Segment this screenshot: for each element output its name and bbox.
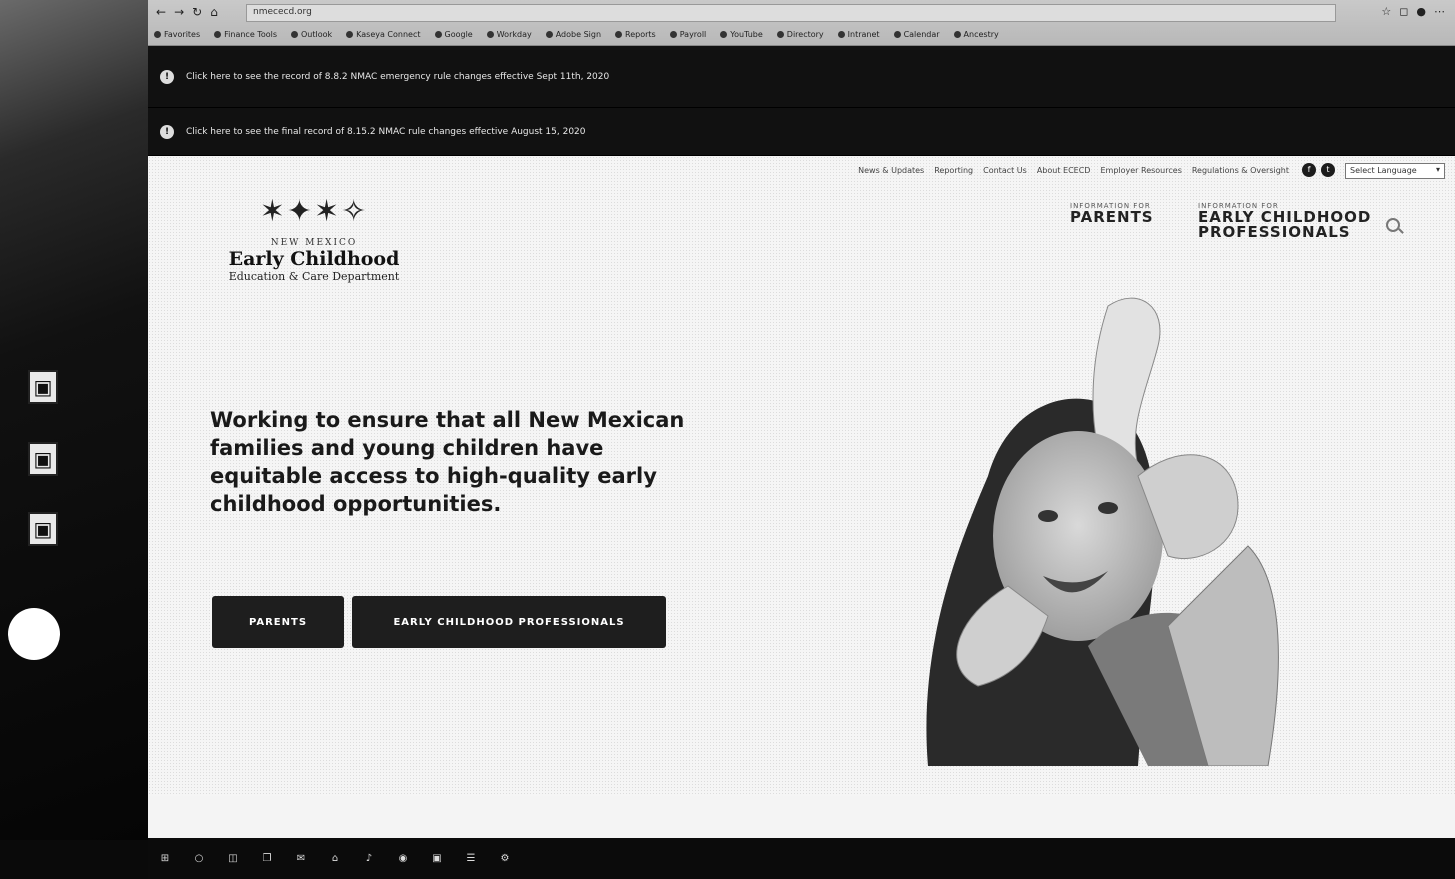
browser-icon[interactable]: ◉ (396, 852, 410, 866)
bookmark-icon (669, 30, 677, 38)
bookmark-item[interactable]: Calendar (893, 26, 940, 42)
bookmark-icon (720, 30, 728, 38)
start-icon[interactable]: ⊞ (158, 852, 172, 866)
home-icon[interactable]: ⌂ (328, 852, 342, 866)
music-icon[interactable]: ♪ (362, 852, 376, 866)
audience-title: PARENTS (1070, 208, 1154, 226)
settings-icon[interactable]: ⚙ (498, 852, 512, 866)
utility-nav: News & Updates Reporting Contact Us Abou… (858, 166, 1289, 175)
site-logo[interactable]: ✶✦✶✧ NEW MEXICO Early Childhood Educatio… (204, 194, 424, 283)
logo-figures-icon: ✶✦✶✧ (259, 194, 369, 229)
browser-nav-buttons: ← → ↻ ⌂ (156, 5, 218, 19)
desktop-shortcut-icon[interactable]: ▣ (28, 442, 58, 476)
bookmark-item[interactable]: Ancestry (953, 26, 999, 42)
bookmark-icon (776, 30, 784, 38)
bookmark-item[interactable]: Reports (615, 26, 656, 42)
search-icon[interactable]: ○ (192, 852, 206, 866)
bookmark-icon (346, 30, 354, 38)
alert-link[interactable]: Click here to see the final record of 8.… (186, 127, 586, 137)
hero-headline: Working to ensure that all New Mexican f… (210, 408, 685, 516)
bookmarks-bar: Favorites Finance Tools Outlook Kaseya C… (154, 26, 1449, 42)
logo-subtitle: Education & Care Department (228, 270, 400, 283)
more-menu-icon[interactable]: ⋯ (1434, 5, 1445, 18)
favorite-star-icon[interactable]: ☆ (1381, 5, 1391, 18)
profile-icon[interactable]: ● (1416, 5, 1426, 18)
language-select-label: Select Language (1350, 166, 1417, 175)
app-icon[interactable]: ▣ (430, 852, 444, 866)
bookmark-icon (214, 30, 222, 38)
audience-link-professionals[interactable]: INFORMATION FOR EARLY CHILDHOOD PROFESSI… (1198, 202, 1378, 240)
search-icon[interactable] (1386, 218, 1400, 232)
desktop-shortcut-icon[interactable]: ▣ (28, 512, 58, 546)
back-icon[interactable]: ← (156, 5, 166, 19)
browser-window: ← → ↻ ⌂ nmececd.org ☆ ◻ ● ⋯ Favorites Fi… (148, 0, 1455, 838)
alert-icon: ! (160, 69, 174, 84)
bookmark-item[interactable]: Payroll (669, 26, 706, 42)
bookmark-icon (893, 30, 901, 38)
home-icon[interactable]: ⌂ (210, 5, 218, 19)
professionals-button[interactable]: EARLY CHILDHOOD PROFESSIONALS (352, 596, 666, 648)
parents-button[interactable]: PARENTS (212, 596, 344, 648)
bookmark-icon (291, 30, 298, 38)
window-icon[interactable]: ❐ (260, 852, 274, 866)
bookmark-item[interactable]: Kaseya Connect (346, 26, 421, 42)
bookmark-item[interactable]: Outlook (291, 26, 332, 42)
utility-nav-item[interactable]: Employer Resources (1100, 166, 1181, 175)
social-links: f t (1302, 163, 1335, 177)
alert-link[interactable]: Click here to see the record of 8.8.2 NM… (186, 72, 609, 82)
hero-child-photo (926, 297, 1279, 766)
taskbar: ⊞ ○ ◫ ❐ ✉ ⌂ ♪ ◉ ▣ ☰ ⚙ (148, 838, 1455, 879)
utility-nav-item[interactable]: Regulations & Oversight (1192, 166, 1289, 175)
desktop-wallpaper: ▣ ▣ ▣ (0, 0, 148, 840)
desktop: ▣ ▣ ▣ ← → ↻ ⌂ nmececd.org ☆ ◻ ● ⋯ Favori… (0, 0, 1455, 879)
site-content: News & Updates Reporting Contact Us Abou… (148, 156, 1455, 796)
forward-icon[interactable]: → (174, 5, 184, 19)
alert-banner[interactable]: ! Click here to see the final record of … (148, 108, 1455, 156)
bookmark-icon (486, 30, 494, 38)
bookmark-item[interactable]: Adobe Sign (545, 26, 601, 42)
twitter-icon[interactable]: t (1321, 163, 1335, 177)
bookmark-icon (545, 30, 553, 38)
audience-link-parents[interactable]: INFORMATION FOR PARENTS (1070, 202, 1154, 225)
bookmark-icon (837, 30, 845, 38)
bookmark-icon (953, 30, 961, 38)
alert-icon: ! (160, 124, 174, 139)
address-bar[interactable]: nmececd.org (246, 4, 1336, 22)
menu-icon[interactable]: ☰ (464, 852, 478, 866)
facebook-icon[interactable]: f (1302, 163, 1316, 177)
logo-title: Early Childhood (228, 248, 400, 270)
collections-icon[interactable]: ◻ (1399, 5, 1408, 18)
bookmark-item[interactable]: Workday (486, 26, 532, 42)
utility-nav-item[interactable]: Reporting (934, 166, 973, 175)
utility-nav-item[interactable]: About ECECD (1037, 166, 1091, 175)
alert-banner[interactable]: ! Click here to see the record of 8.8.2 … (148, 46, 1455, 108)
bookmark-item[interactable]: Favorites (154, 26, 200, 42)
desktop-circle-icon (8, 608, 60, 660)
desktop-shortcut-icon[interactable]: ▣ (28, 370, 58, 404)
bookmark-item[interactable]: Finance Tools (214, 26, 277, 42)
utility-nav-item[interactable]: Contact Us (983, 166, 1027, 175)
mail-icon[interactable]: ✉ (294, 852, 308, 866)
browser-toolbar: ← → ↻ ⌂ nmececd.org ☆ ◻ ● ⋯ Favorites Fi… (148, 0, 1455, 46)
utility-nav-item[interactable]: News & Updates (858, 166, 924, 175)
audience-title: EARLY CHILDHOOD PROFESSIONALS (1198, 208, 1372, 241)
chevron-down-icon: ▾ (1435, 165, 1440, 174)
refresh-icon[interactable]: ↻ (192, 5, 202, 19)
task-view-icon[interactable]: ◫ (226, 852, 240, 866)
language-select[interactable]: Select Language ▾ (1345, 163, 1445, 179)
bookmark-item[interactable]: Intranet (837, 26, 880, 42)
browser-menu: ☆ ◻ ● ⋯ (1381, 5, 1445, 18)
logo-state: NEW MEXICO (270, 238, 358, 248)
bookmark-item[interactable]: YouTube (720, 26, 763, 42)
bookmark-icon (154, 30, 161, 38)
bookmark-icon (615, 30, 623, 38)
bookmark-item[interactable]: Google (434, 26, 473, 42)
bookmark-item[interactable]: Directory (776, 26, 824, 42)
bookmark-icon (434, 30, 442, 38)
